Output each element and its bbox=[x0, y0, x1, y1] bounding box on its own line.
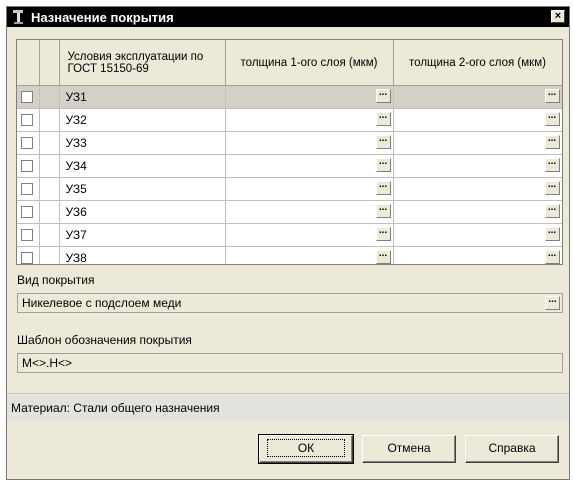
table-row[interactable]: УЗ8...... bbox=[17, 246, 562, 264]
layer1-browse-button[interactable]: ... bbox=[375, 134, 391, 149]
layer2-cell[interactable]: ... bbox=[393, 200, 562, 224]
row-checkbox-cell bbox=[17, 200, 40, 224]
row-checkbox[interactable] bbox=[21, 206, 33, 218]
row-checkbox[interactable] bbox=[21, 252, 33, 264]
row-checkbox-cell bbox=[17, 177, 40, 201]
row-marker-cell bbox=[39, 85, 60, 109]
layer1-cell[interactable]: ... bbox=[225, 200, 394, 224]
row-marker-cell bbox=[39, 108, 60, 132]
condition-cell[interactable]: УЗ1 bbox=[59, 85, 226, 109]
table-row[interactable]: УЗ6...... bbox=[17, 200, 562, 224]
layer1-browse-button[interactable]: ... bbox=[375, 157, 391, 172]
layer2-cell[interactable]: ... bbox=[393, 154, 562, 178]
condition-cell[interactable]: УЗ4 bbox=[59, 154, 226, 178]
column-header-marker bbox=[39, 40, 60, 86]
row-checkbox[interactable] bbox=[21, 160, 33, 172]
layer1-browse-button[interactable]: ... bbox=[375, 180, 391, 195]
row-checkbox[interactable] bbox=[21, 137, 33, 149]
table-row[interactable]: УЗ2...... bbox=[17, 108, 562, 132]
row-marker-cell bbox=[39, 177, 60, 201]
condition-cell[interactable]: УЗ8 bbox=[59, 246, 226, 264]
layer2-cell[interactable]: ... bbox=[393, 223, 562, 247]
layer1-cell[interactable]: ... bbox=[225, 85, 394, 109]
template-value: М<>.Н<> bbox=[22, 356, 73, 370]
row-marker-cell bbox=[39, 223, 60, 247]
column-header-conditions[interactable]: Условия эксплуатации по ГОСТ 15150-69 bbox=[59, 40, 226, 86]
layer1-browse-button[interactable]: ... bbox=[375, 88, 391, 103]
layer1-cell[interactable]: ... bbox=[225, 223, 394, 247]
template-field[interactable]: М<>.Н<> bbox=[17, 353, 563, 373]
row-marker-cell bbox=[39, 154, 60, 178]
coating-type-field[interactable]: Никелевое с подслоем меди ... bbox=[17, 293, 563, 313]
table-header: Условия эксплуатации по ГОСТ 15150-69 то… bbox=[17, 40, 562, 86]
layer2-browse-button[interactable]: ... bbox=[544, 88, 560, 103]
table-row[interactable]: УЗ4...... bbox=[17, 154, 562, 178]
cancel-button[interactable]: Отмена bbox=[362, 435, 456, 463]
coating-dialog: Назначение покрытия × Условия эксплуатац… bbox=[6, 6, 570, 480]
row-checkbox[interactable] bbox=[21, 114, 33, 126]
layer1-cell[interactable]: ... bbox=[225, 131, 394, 155]
coating-type-label: Вид покрытия bbox=[17, 273, 95, 287]
table-row[interactable]: УЗ7...... bbox=[17, 223, 562, 247]
row-checkbox-cell bbox=[17, 246, 40, 264]
layer1-cell[interactable]: ... bbox=[225, 154, 394, 178]
column-header-layer1[interactable]: толщина 1-ого слоя (мкм) bbox=[225, 40, 394, 86]
ok-button-label: ОК bbox=[266, 439, 346, 457]
coating-grid: Условия эксплуатации по ГОСТ 15150-69 то… bbox=[16, 39, 563, 265]
window-title: Назначение покрытия bbox=[31, 10, 174, 25]
column-header-layer2[interactable]: толщина 2-ого слоя (мкм) bbox=[393, 40, 562, 86]
row-checkbox-cell bbox=[17, 154, 40, 178]
table-row[interactable]: УЗ5...... bbox=[17, 177, 562, 201]
help-button[interactable]: Справка bbox=[465, 435, 559, 463]
layer1-cell[interactable]: ... bbox=[225, 108, 394, 132]
condition-cell[interactable]: УЗ7 bbox=[59, 223, 226, 247]
close-button[interactable]: × bbox=[551, 10, 565, 23]
layer1-cell[interactable]: ... bbox=[225, 177, 394, 201]
condition-cell[interactable]: УЗ2 bbox=[59, 108, 226, 132]
layer2-cell[interactable]: ... bbox=[393, 177, 562, 201]
row-checkbox[interactable] bbox=[21, 229, 33, 241]
layer1-browse-button[interactable]: ... bbox=[375, 226, 391, 241]
condition-cell[interactable]: УЗ6 bbox=[59, 200, 226, 224]
layer1-browse-button[interactable]: ... bbox=[375, 203, 391, 218]
row-checkbox[interactable] bbox=[21, 183, 33, 195]
layer1-browse-button[interactable]: ... bbox=[375, 249, 391, 264]
layer2-browse-button[interactable]: ... bbox=[544, 249, 560, 264]
status-text: Материал: Стали общего назначения bbox=[11, 401, 220, 415]
row-checkbox-cell bbox=[17, 223, 40, 247]
row-marker-cell bbox=[39, 200, 60, 224]
row-marker-cell bbox=[39, 246, 60, 264]
layer2-browse-button[interactable]: ... bbox=[544, 226, 560, 241]
coating-type-value: Никелевое с подслоем меди bbox=[22, 296, 182, 310]
layer2-browse-button[interactable]: ... bbox=[544, 180, 560, 195]
layer2-cell[interactable]: ... bbox=[393, 131, 562, 155]
row-checkbox-cell bbox=[17, 85, 40, 109]
row-checkbox-cell bbox=[17, 108, 40, 132]
template-label: Шаблон обозначения покрытия bbox=[17, 333, 192, 347]
coating-type-browse-button[interactable]: ... bbox=[545, 295, 560, 310]
divider bbox=[7, 393, 569, 394]
status-bar: Материал: Стали общего назначения bbox=[7, 395, 569, 421]
table-row[interactable]: УЗ3...... bbox=[17, 131, 562, 155]
layer2-browse-button[interactable]: ... bbox=[544, 203, 560, 218]
condition-cell[interactable]: УЗ3 bbox=[59, 131, 226, 155]
layer2-browse-button[interactable]: ... bbox=[544, 111, 560, 126]
layer2-browse-button[interactable]: ... bbox=[544, 134, 560, 149]
row-marker-cell bbox=[39, 131, 60, 155]
column-header-check bbox=[17, 40, 40, 86]
app-icon bbox=[13, 10, 23, 24]
layer2-cell[interactable]: ... bbox=[393, 108, 562, 132]
layer1-cell[interactable]: ... bbox=[225, 246, 394, 264]
coating-table: Условия эксплуатации по ГОСТ 15150-69 то… bbox=[17, 40, 562, 264]
condition-cell[interactable]: УЗ5 bbox=[59, 177, 226, 201]
ok-button[interactable]: ОК bbox=[258, 434, 354, 464]
row-checkbox[interactable] bbox=[21, 91, 33, 103]
layer2-cell[interactable]: ... bbox=[393, 85, 562, 109]
title-bar[interactable]: Назначение покрытия × bbox=[7, 7, 569, 27]
layer2-cell[interactable]: ... bbox=[393, 246, 562, 264]
row-checkbox-cell bbox=[17, 131, 40, 155]
layer1-browse-button[interactable]: ... bbox=[375, 111, 391, 126]
table-row[interactable]: УЗ1...... bbox=[17, 85, 562, 109]
layer2-browse-button[interactable]: ... bbox=[544, 157, 560, 172]
